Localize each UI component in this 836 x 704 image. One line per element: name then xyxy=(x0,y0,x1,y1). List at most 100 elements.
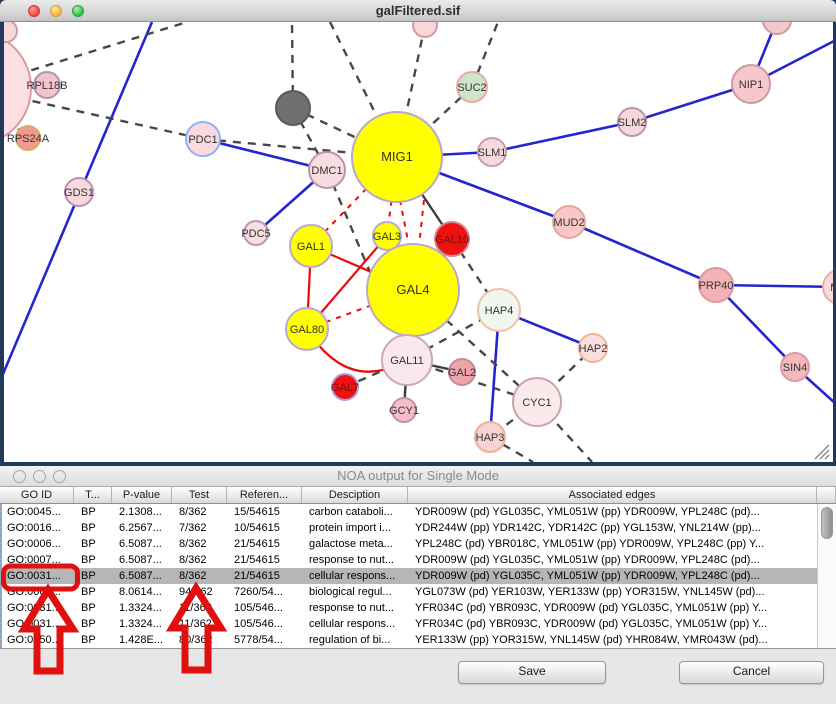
network-window-titlebar[interactable]: galFiltered.sif xyxy=(0,0,836,22)
cell-test[interactable]: 7/362 xyxy=(174,520,229,536)
cell-test[interactable]: 11/362 xyxy=(174,600,229,616)
table-scrollbar[interactable] xyxy=(817,504,836,648)
cell-ref[interactable]: 21/54615 xyxy=(229,536,304,552)
cell-ref[interactable]: 10/54615 xyxy=(229,520,304,536)
network-edge-blue[interactable] xyxy=(569,222,716,285)
cell-test[interactable]: 8/362 xyxy=(174,568,229,584)
cell-test[interactable]: 8/362 xyxy=(174,536,229,552)
cell-ref[interactable]: 7260/54... xyxy=(229,584,304,600)
table-row[interactable]: GO:0031...BP1.3324...11/362105/546...cel… xyxy=(2,616,836,632)
cell-ref[interactable]: 105/546... xyxy=(229,616,304,632)
cell-t[interactable]: BP xyxy=(76,616,114,632)
column-header-go[interactable]: GO ID xyxy=(0,487,74,503)
scrollbar-thumb[interactable] xyxy=(821,507,833,539)
cell-ref[interactable]: 105/546... xyxy=(229,600,304,616)
cell-t[interactable]: BP xyxy=(76,536,114,552)
cell-go[interactable]: GO:0065... xyxy=(2,584,76,600)
cell-edges[interactable]: YDR009W (pd) YGL035C, YML051W (pp) YDR00… xyxy=(410,552,819,568)
cell-edges[interactable]: YDR244W (pp) YDR142C, YDR142C (pp) YGL15… xyxy=(410,520,819,536)
column-header-t[interactable]: T... xyxy=(74,487,112,503)
network-edge-red_dashed[interactable] xyxy=(419,200,424,246)
column-header-desc[interactable]: Desciption xyxy=(302,487,408,503)
table-row[interactable]: GO:0045...BP2.1308...8/36215/54615carbon… xyxy=(2,504,836,520)
cell-desc[interactable]: cellular respons... xyxy=(304,616,410,632)
table-row[interactable]: GO:0050...BP1.428E...80/3625778/54...reg… xyxy=(2,632,836,648)
cell-edges[interactable]: YFR034C (pd) YBR093C, YDR009W (pd) YGL03… xyxy=(410,600,819,616)
column-header-p[interactable]: P-value xyxy=(112,487,172,503)
column-header-test[interactable]: Test xyxy=(172,487,227,503)
cell-go[interactable]: GO:0031... xyxy=(2,568,76,584)
cell-desc[interactable]: galactose meta... xyxy=(304,536,410,552)
column-header-edges[interactable]: Associated edges xyxy=(408,487,817,503)
cell-desc[interactable]: carbon cataboli... xyxy=(304,504,410,520)
cell-t[interactable]: BP xyxy=(76,552,114,568)
network-node-TL[interactable] xyxy=(4,22,17,42)
network-edge-dashed[interactable] xyxy=(4,22,187,88)
cell-edges[interactable]: YDR009W (pd) YGL035C, YML051W (pp) YDR00… xyxy=(410,504,819,520)
resize-grip-icon[interactable] xyxy=(812,443,833,461)
cell-p[interactable]: 1.3324... xyxy=(114,600,174,616)
cell-t[interactable]: BP xyxy=(76,584,114,600)
cell-go[interactable]: GO:0006... xyxy=(2,536,76,552)
cell-desc[interactable]: response to nut... xyxy=(304,552,410,568)
table-row[interactable]: GO:0007...BP6.5087...8/36221/54615respon… xyxy=(2,552,836,568)
cell-desc[interactable]: regulation of bi... xyxy=(304,632,410,648)
cell-p[interactable]: 6.5087... xyxy=(114,552,174,568)
cell-t[interactable]: BP xyxy=(76,632,114,648)
cell-edges[interactable]: YPL248C (pd) YBR018C, YML051W (pp) YDR00… xyxy=(410,536,819,552)
save-button[interactable]: Save xyxy=(458,661,606,684)
cell-p[interactable]: 1.428E... xyxy=(114,632,174,648)
cell-p[interactable]: 6.5087... xyxy=(114,536,174,552)
node-label-PDC1: PDC1 xyxy=(188,134,217,146)
cell-test[interactable]: 94/362 xyxy=(174,584,229,600)
cell-test[interactable]: 8/362 xyxy=(174,504,229,520)
cell-t[interactable]: BP xyxy=(76,600,114,616)
cell-ref[interactable]: 5778/54... xyxy=(229,632,304,648)
cell-edges[interactable]: YDR009W (pd) YGL035C, YML051W (pp) YDR00… xyxy=(410,568,819,584)
cell-go[interactable]: GO:0031... xyxy=(2,616,76,632)
cell-p[interactable]: 6.5087... xyxy=(114,568,174,584)
cell-t[interactable]: BP xyxy=(76,504,114,520)
network-node-TOPC[interactable] xyxy=(413,22,437,37)
cell-go[interactable]: GO:0045... xyxy=(2,504,76,520)
cell-edges[interactable]: YER133W (pp) YOR315W, YNL145W (pd) YHR08… xyxy=(410,632,819,648)
cell-ref[interactable]: 21/54615 xyxy=(229,552,304,568)
cell-test[interactable]: 80/362 xyxy=(174,632,229,648)
column-header-ref[interactable]: Referen... xyxy=(227,487,302,503)
cell-go[interactable]: GO:0050... xyxy=(2,632,76,648)
node-label-DMC1: DMC1 xyxy=(311,165,342,177)
cell-p[interactable]: 2.1308... xyxy=(114,504,174,520)
cell-p[interactable]: 1.3324... xyxy=(114,616,174,632)
cell-test[interactable]: 8/362 xyxy=(174,552,229,568)
network-node-GRAY[interactable] xyxy=(276,91,310,125)
cell-p[interactable]: 6.2567... xyxy=(114,520,174,536)
cell-edges[interactable]: YFR034C (pd) YBR093C, YDR009W (pd) YGL03… xyxy=(410,616,819,632)
cell-desc[interactable]: biological regul... xyxy=(304,584,410,600)
cell-desc[interactable]: cellular respons... xyxy=(304,568,410,584)
noa-window-titlebar[interactable]: NOA output for Single Mode xyxy=(0,466,836,487)
network-edge-blue[interactable] xyxy=(492,122,632,152)
cancel-button[interactable]: Cancel xyxy=(679,661,824,684)
cell-ref[interactable]: 15/54615 xyxy=(229,504,304,520)
cell-test[interactable]: 11/362 xyxy=(174,616,229,632)
network-canvas[interactable]: RPL18BRPS24AGDS1PDC1DMC1MIG1SUC2SLM1SLM2… xyxy=(4,22,833,462)
cell-go[interactable]: GO:0016... xyxy=(2,520,76,536)
table-row[interactable]: GO:0006...BP6.5087...8/36221/54615galact… xyxy=(2,536,836,552)
cell-t[interactable]: BP xyxy=(76,520,114,536)
cell-t[interactable]: BP xyxy=(76,568,114,584)
table-body[interactable]: GO:0045...BP2.1308...8/36215/54615carbon… xyxy=(0,504,836,648)
table-row[interactable]: GO:0016...BP6.2567...7/36210/54615protei… xyxy=(2,520,836,536)
table-row[interactable]: GO:0031...BP1.3324...11/362105/546...res… xyxy=(2,600,836,616)
cell-ref[interactable]: 21/54615 xyxy=(229,568,304,584)
table-header[interactable]: GO IDT...P-valueTestReferen...Desciption… xyxy=(0,487,836,504)
table-row[interactable]: GO:0065...BP8.0614...94/3627260/54...bio… xyxy=(2,584,836,600)
cell-go[interactable]: GO:0031... xyxy=(2,600,76,616)
cell-desc[interactable]: protein import i... xyxy=(304,520,410,536)
network-node-TOPRIGHT[interactable] xyxy=(763,22,791,34)
cell-desc[interactable]: response to nut... xyxy=(304,600,410,616)
cell-edges[interactable]: YGL073W (pd) YER103W, YER133W (pp) YOR31… xyxy=(410,584,819,600)
cell-go[interactable]: GO:0007... xyxy=(2,552,76,568)
table-row[interactable]: GO:0031...BP6.5087...8/36221/54615cellul… xyxy=(2,568,836,584)
column-header-spacer[interactable] xyxy=(817,487,836,503)
cell-p[interactable]: 8.0614... xyxy=(114,584,174,600)
